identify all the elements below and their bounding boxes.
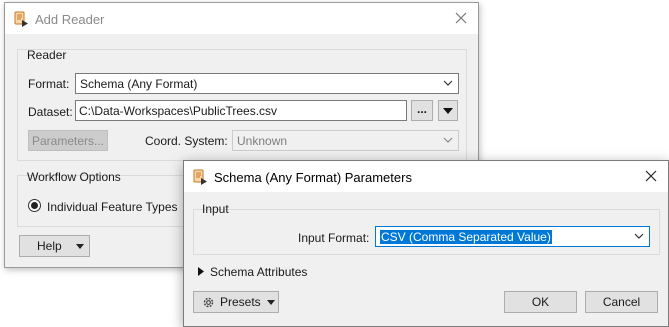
help-button-label: Help <box>37 239 62 253</box>
close-icon[interactable] <box>644 169 658 183</box>
reader-group-label: Reader <box>27 48 67 62</box>
schema-parameters-title: Schema (Any Format) Parameters <box>214 170 412 185</box>
input-format-label: Input Format: <box>298 231 370 245</box>
browse-button-label: ... <box>416 102 427 116</box>
individual-feature-types-radio[interactable] <box>28 199 41 212</box>
input-format-value-wrap: CSV (Comma Separated Value) <box>380 230 552 244</box>
presets-button-label: Presets <box>220 295 261 309</box>
format-select[interactable]: Schema (Any Format) <box>75 73 459 94</box>
cancel-button[interactable]: Cancel <box>585 291 658 313</box>
browse-button[interactable]: ... <box>411 100 433 121</box>
close-icon[interactable] <box>454 11 468 25</box>
input-format-select[interactable]: CSV (Comma Separated Value) <box>375 226 650 247</box>
schema-parameters-dialog: Schema (Any Format) Parameters Input Inp… <box>183 160 669 327</box>
input-group-label: Input <box>202 202 229 216</box>
coord-system-value: Unknown <box>237 134 288 148</box>
schema-attributes-expander[interactable]: Schema Attributes <box>196 264 396 280</box>
triangle-right-icon <box>198 267 204 276</box>
format-select-value: Schema (Any Format) <box>80 77 198 91</box>
presets-dropdown-arrow <box>267 300 275 305</box>
chevron-down-icon <box>634 233 644 239</box>
add-reader-title: Add Reader <box>35 12 105 27</box>
coord-system-label: Coord. System: <box>145 134 228 148</box>
cancel-button-label: Cancel <box>602 295 641 309</box>
schema-parameters-titlebar: Schema (Any Format) Parameters <box>184 161 668 192</box>
format-label: Format: <box>28 77 70 91</box>
reader-app-icon <box>14 11 28 27</box>
help-button[interactable]: Help <box>19 235 90 257</box>
dataset-dropdown-button[interactable] <box>438 100 458 121</box>
schema-attributes-label: Schema Attributes <box>210 265 308 279</box>
ok-button-label: OK <box>531 295 550 309</box>
dataset-label: Dataset: <box>28 105 73 119</box>
help-dropdown-arrow <box>76 244 84 249</box>
chevron-down-icon <box>443 80 453 86</box>
dataset-input-value: C:\Data-Workspaces\PublicTrees.csv <box>79 104 278 118</box>
chevron-down-icon <box>443 137 453 143</box>
reader-app-icon <box>193 169 207 185</box>
dataset-input[interactable]: C:\Data-Workspaces\PublicTrees.csv <box>75 100 407 121</box>
parameters-button-label: Parameters... <box>31 134 105 148</box>
input-format-value: CSV (Comma Separated Value) <box>380 230 552 244</box>
add-reader-titlebar: Add Reader <box>5 3 478 34</box>
workflow-options-label: Workflow Options <box>27 170 121 184</box>
parameters-button[interactable]: Parameters... <box>28 130 108 151</box>
individual-feature-types-label: Individual Feature Types <box>47 200 178 214</box>
triangle-down-icon <box>443 108 453 114</box>
presets-button[interactable]: Presets <box>193 291 279 313</box>
ok-button[interactable]: OK <box>504 291 577 313</box>
gear-icon <box>203 297 214 308</box>
coord-system-select[interactable]: Unknown <box>232 130 459 151</box>
